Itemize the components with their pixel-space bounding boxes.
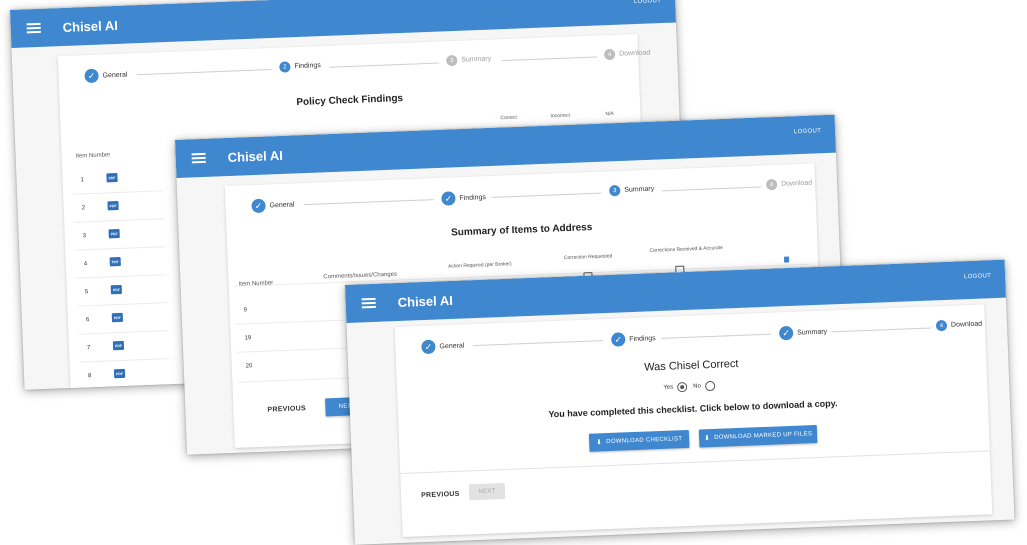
previous-button[interactable]: PREVIOUS bbox=[267, 405, 306, 413]
row-number: 5 bbox=[84, 289, 89, 296]
pdf-icon[interactable]: PDF bbox=[108, 228, 120, 239]
step-summary[interactable]: ✓ Summary bbox=[778, 325, 827, 341]
download-card: ✓ General ✓ Findings ✓ Summary 4 Downloa… bbox=[394, 304, 993, 537]
download-icon: ⬇ bbox=[703, 435, 711, 443]
step-connector bbox=[831, 327, 932, 333]
pdf-icon[interactable]: PDF bbox=[110, 284, 122, 295]
check-icon: ✓ bbox=[778, 325, 794, 341]
stepper: ✓ General ✓ Findings 3 Summary 4 Downloa… bbox=[251, 178, 812, 219]
row-divider bbox=[73, 190, 164, 195]
header-action-required: Action Required (per Broker) bbox=[447, 261, 512, 270]
row-divider bbox=[74, 218, 165, 223]
app-title: Chisel AI bbox=[397, 292, 454, 310]
step-connector bbox=[473, 340, 604, 347]
download-marked-up-files-button[interactable]: ⬇ DOWNLOAD MARKED UP FILES bbox=[698, 424, 818, 448]
row-number: 4 bbox=[83, 261, 88, 268]
row-divider bbox=[237, 347, 358, 353]
step-download[interactable]: 4 Download bbox=[603, 47, 651, 61]
row-divider bbox=[76, 274, 167, 279]
row-number: 2 bbox=[81, 205, 86, 212]
step-download[interactable]: 4 Download bbox=[935, 319, 983, 332]
header-correct: Correct bbox=[500, 114, 518, 122]
row-number: 1 bbox=[80, 177, 85, 184]
pdf-icon[interactable]: PDF bbox=[113, 368, 126, 379]
logout-button[interactable]: LOGOUT bbox=[964, 273, 991, 280]
stepper: ✓ General 2 Findings 3 Summary 4 Downloa… bbox=[84, 48, 650, 89]
header-na: N/A bbox=[605, 110, 614, 118]
check-icon: ✓ bbox=[611, 332, 626, 347]
header-incorrect: Incorrect bbox=[550, 112, 571, 120]
step-connector bbox=[136, 69, 272, 76]
download-checklist-button[interactable]: ⬇ DOWNLOAD CHECKLIST bbox=[588, 429, 690, 452]
row-number: 3 bbox=[82, 233, 87, 240]
yes-radio[interactable] bbox=[677, 381, 688, 393]
previous-button[interactable]: PREVIOUS bbox=[421, 491, 460, 499]
step-findings[interactable]: ✓ Findings bbox=[611, 331, 656, 347]
step-summary[interactable]: 3 Summary bbox=[609, 184, 654, 197]
step-connector bbox=[502, 56, 598, 62]
header-corrections-received: Corrections Received & Accurate bbox=[649, 245, 724, 254]
step-download[interactable]: 4 Download bbox=[765, 178, 813, 191]
row-divider bbox=[238, 377, 359, 383]
step-connector bbox=[661, 333, 772, 339]
app-title: Chisel AI bbox=[62, 17, 119, 35]
pdf-icon[interactable]: PDF bbox=[107, 200, 119, 211]
step-general[interactable]: ✓ General bbox=[421, 338, 464, 355]
logout-button[interactable]: LOGOUT bbox=[634, 0, 661, 5]
page-title: Policy Check Findings bbox=[296, 92, 404, 109]
trash-icon[interactable] bbox=[783, 256, 790, 263]
menu-icon[interactable] bbox=[191, 152, 206, 164]
download-icon: ⬇ bbox=[595, 439, 603, 447]
row-number: 7 bbox=[86, 345, 91, 352]
step-connector bbox=[303, 199, 434, 206]
row-number: 19 bbox=[244, 335, 252, 342]
next-button: NEXT bbox=[468, 483, 506, 501]
download-screen: Chisel AI LOGOUT ✓ General ✓ Findings ✓ … bbox=[345, 259, 1015, 545]
row-divider bbox=[79, 358, 170, 363]
check-icon: ✓ bbox=[421, 339, 436, 355]
step-findings[interactable]: ✓ Findings bbox=[441, 190, 486, 206]
menu-icon[interactable] bbox=[361, 297, 376, 309]
row-divider bbox=[77, 302, 168, 307]
row-number: 6 bbox=[85, 317, 90, 324]
step-connector bbox=[329, 62, 440, 68]
row-divider bbox=[78, 330, 169, 335]
step-summary[interactable]: 3 Summary bbox=[446, 54, 491, 67]
check-icon: ✓ bbox=[84, 68, 99, 84]
step-general[interactable]: ✓ General bbox=[84, 68, 128, 84]
step-connector bbox=[491, 192, 602, 198]
footer-divider bbox=[400, 450, 990, 475]
step-findings[interactable]: 2 Findings bbox=[279, 60, 321, 73]
pdf-icon[interactable]: PDF bbox=[106, 172, 118, 183]
row-number: 9 bbox=[243, 307, 248, 314]
step-connector bbox=[661, 186, 762, 192]
app-title: Chisel AI bbox=[227, 147, 284, 165]
pdf-icon[interactable]: PDF bbox=[109, 256, 121, 267]
row-number: 8 bbox=[88, 373, 92, 380]
logout-button[interactable]: LOGOUT bbox=[794, 128, 821, 135]
check-icon: ✓ bbox=[251, 198, 266, 214]
header-item-number: Item Number bbox=[75, 152, 111, 160]
check-icon: ✓ bbox=[441, 191, 456, 206]
no-radio[interactable] bbox=[704, 380, 716, 392]
page-title: Summary of Items to Address bbox=[450, 222, 593, 239]
step-general[interactable]: ✓ General bbox=[251, 197, 295, 214]
pdf-icon[interactable]: PDF bbox=[111, 312, 124, 323]
row-divider bbox=[75, 246, 166, 251]
row-divider bbox=[236, 319, 357, 325]
row-number: 20 bbox=[245, 363, 253, 370]
pdf-icon[interactable]: PDF bbox=[112, 340, 125, 351]
header-correction-requested: Correction Requested bbox=[563, 253, 613, 262]
menu-icon[interactable] bbox=[26, 22, 41, 34]
